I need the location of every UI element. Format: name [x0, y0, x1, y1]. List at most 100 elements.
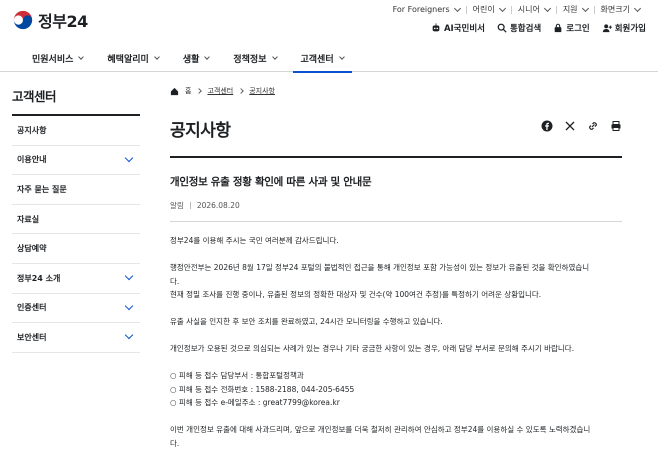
- chevron-down-icon: [581, 4, 589, 12]
- sidebar-item-about[interactable]: 정부24 소개: [12, 264, 140, 294]
- site-logo[interactable]: 정부24: [12, 8, 88, 32]
- gnb-label: 고객센터: [300, 54, 334, 65]
- chevron-down-icon: [633, 4, 642, 12]
- chevron-down-icon: [124, 272, 134, 281]
- chevron-right-icon: [196, 88, 203, 94]
- gnb-item-policy[interactable]: 정책정보: [221, 44, 288, 72]
- sidebar-item-certificates[interactable]: 인증센터: [12, 294, 140, 324]
- gnb-label: 혜택알리미: [107, 54, 149, 65]
- post-body: 정부24를 이용해 주시는 국민 여러분께 감사드립니다. 행정안전부는 202…: [170, 234, 622, 450]
- page-title-row: 공지사항: [170, 116, 622, 142]
- sidebar: 고객센터 공지사항 이용안내 자주 묻는 질문 자료실 상담예약 정부24 소개…: [12, 86, 140, 353]
- robot-icon: [432, 23, 440, 32]
- chevron-down-icon: [543, 4, 551, 12]
- kids-link[interactable]: 어린이: [467, 4, 511, 15]
- screen-size-label: 화면크기: [600, 5, 630, 14]
- paragraph: 개인정보가 오용된 것으로 의심되는 사례가 있는 경우나 기타 궁금한 사항이…: [170, 344, 575, 353]
- gnb-item-civil-services[interactable]: 민원서비스: [20, 44, 95, 72]
- gnb-item-life[interactable]: 생활: [171, 44, 222, 72]
- title-divider: [170, 156, 622, 158]
- paragraph: 현재 정밀 조사를 진행 중이나, 유출된 정보의 정확한 대상자 및 건수(약…: [170, 290, 542, 299]
- chevron-right-icon: [238, 88, 245, 94]
- login-button[interactable]: 로그인: [553, 22, 590, 34]
- contact-line: ○ 피해 등 접수 담당부서 : 통합포털정책과: [170, 371, 304, 380]
- chevron-down-icon: [124, 331, 134, 340]
- print-icon[interactable]: [610, 120, 622, 132]
- sidebar-item-label: 보안센터: [17, 332, 47, 342]
- sidebar-item-faq[interactable]: 자주 묻는 질문: [12, 175, 140, 205]
- share-buttons: [541, 120, 622, 132]
- post-date: 2026.08.20: [196, 201, 240, 210]
- sidebar-item-label: 인증센터: [17, 303, 47, 313]
- chevron-down-icon: [498, 4, 506, 12]
- sidebar-item-consultation[interactable]: 상담예약: [12, 234, 140, 264]
- support-link[interactable]: 지원: [557, 4, 594, 15]
- sidebar-item-label: 자주 묻는 질문: [17, 184, 67, 194]
- contact-line: ○ 피해 등 접수 e-메일주소 : great7799@korea.kr: [170, 398, 340, 407]
- signup-button[interactable]: 회원가입: [602, 22, 646, 34]
- ai-assistant-label: AI국민비서: [443, 24, 485, 34]
- paragraph: 정부24를 이용해 주시는 국민 여러분께 감사드립니다.: [170, 236, 339, 245]
- chevron-down-icon: [204, 53, 211, 60]
- sidebar-item-label: 상담예약: [17, 244, 47, 254]
- sidebar-title: 고객센터: [12, 86, 140, 116]
- login-icon: [554, 23, 562, 33]
- ai-assistant-button[interactable]: AI국민비서: [431, 22, 485, 34]
- search-button[interactable]: 통합검색: [497, 22, 541, 34]
- logo-text: 정부24: [38, 12, 88, 31]
- facebook-icon[interactable]: [541, 120, 553, 132]
- sidebar-item-label: 정부24 소개: [17, 273, 61, 283]
- sidebar-item-notices[interactable]: 공지사항: [12, 116, 140, 146]
- paragraph: 이번 개인정보 유출에 대해 사과드리며, 앞으로 개인정보를 더욱 철저히 관…: [170, 425, 591, 434]
- home-icon: [170, 87, 179, 95]
- x-twitter-icon[interactable]: [564, 120, 576, 132]
- post-category: 알림: [170, 201, 184, 210]
- breadcrumb-customer-center[interactable]: 고객센터: [207, 86, 233, 96]
- senior-label: 시니어: [517, 5, 540, 14]
- chevron-down-icon: [124, 153, 134, 163]
- post-title: 개인정보 유출 정황 확인에 따른 사과 및 안내문: [170, 176, 372, 188]
- sidebar-item-label: 자료실: [17, 214, 40, 224]
- chevron-down-icon: [78, 53, 85, 60]
- login-label: 로그인: [566, 24, 590, 34]
- main-utility-links: AI국민비서 통합검색 로그인 회원가입: [431, 22, 646, 34]
- for-foreigners-label: For Foreigners: [392, 5, 450, 14]
- contact-line: ○ 피해 등 접수 전화번호 : 1588-2188, 044-205-6455: [170, 384, 355, 394]
- user-plus-icon: [602, 24, 612, 33]
- chevron-down-icon: [153, 53, 160, 60]
- senior-link[interactable]: 시니어: [512, 4, 556, 15]
- search-icon: [497, 23, 507, 33]
- top-header: 정부24 For Foreigners 어린이 시니어 지원 화면크기 AI국민…: [0, 0, 658, 40]
- breadcrumb-home[interactable]: 홈: [185, 86, 191, 96]
- for-foreigners-link[interactable]: For Foreigners: [387, 4, 466, 14]
- divider: [189, 202, 191, 209]
- chevron-down-icon: [124, 301, 134, 311]
- sidebar-item-guide[interactable]: 이용안내: [12, 146, 140, 176]
- gnb-item-benefits[interactable]: 혜택알리미: [95, 44, 170, 72]
- screen-size-link[interactable]: 화면크기: [595, 4, 646, 15]
- link-icon[interactable]: [587, 120, 599, 132]
- support-label: 지원: [562, 5, 578, 14]
- meta-divider: [170, 221, 622, 222]
- paragraph: 다.: [170, 276, 180, 286]
- taegeuk-logo-icon: [13, 10, 33, 30]
- signup-label: 회원가입: [614, 24, 646, 34]
- sidebar-item-label: 이용안내: [17, 155, 47, 165]
- sidebar-item-label: 공지사항: [17, 125, 47, 135]
- breadcrumb-notices[interactable]: 공지사항: [249, 86, 275, 96]
- utility-links: For Foreigners 어린이 시니어 지원 화면크기: [387, 4, 646, 15]
- post-meta: 알림 2026.08.20: [170, 200, 622, 211]
- sidebar-item-library[interactable]: 자료실: [12, 205, 140, 235]
- sidebar-item-security[interactable]: 보안센터: [12, 323, 140, 353]
- paragraph: 다.: [170, 438, 180, 448]
- chevron-down-icon: [338, 53, 345, 60]
- kids-label: 어린이: [472, 5, 495, 14]
- chevron-down-icon: [271, 53, 278, 60]
- gnb-item-customer-center[interactable]: 고객센터: [289, 44, 356, 73]
- paragraph: 유출 사실을 인지한 후 보안 조치를 완료하였고, 24시간 모니터링을 수행…: [170, 317, 443, 326]
- global-nav: 민원서비스 혜택알리미 생활 정책정보 고객센터: [0, 44, 658, 73]
- gnb-label: 정책정보: [233, 54, 267, 65]
- gnb-label: 민원서비스: [32, 54, 74, 65]
- gnb-label: 생활: [182, 54, 200, 65]
- main-content: 홈 고객센터 공지사항 공지사항 개인정보 유출 정황 확인에 따른 사과 및 …: [170, 86, 622, 450]
